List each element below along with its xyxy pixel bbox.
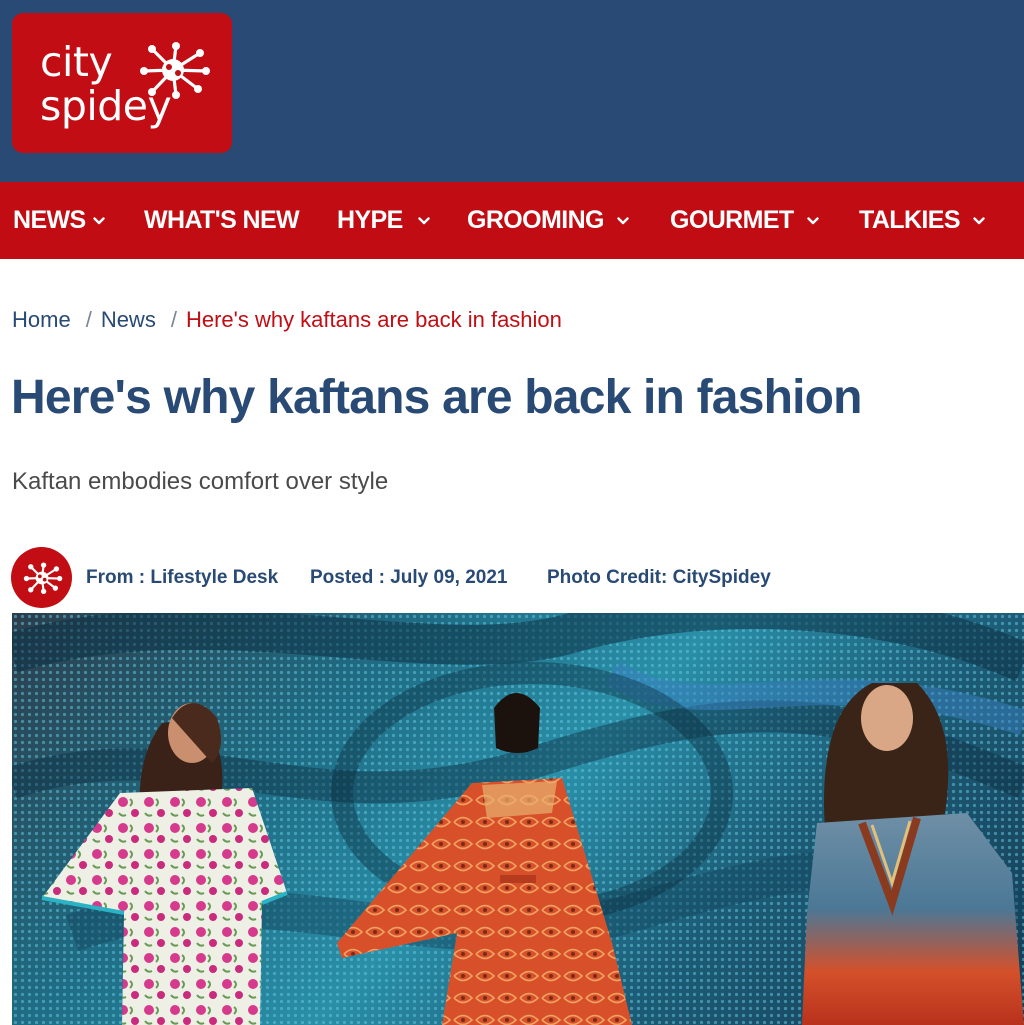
nav-item-gourmet[interactable]: GOURMET: [670, 182, 819, 259]
article-title: Here's why kaftans are back in fashion: [11, 371, 862, 424]
chevron-down-icon: [92, 216, 105, 224]
nav-label: WHAT'S NEW: [144, 206, 300, 234]
spider-icon: [140, 42, 210, 99]
photo-credit: Photo Credit: CitySpidey: [547, 567, 771, 588]
nav-label: NEWS: [13, 206, 86, 234]
chevron-down-icon: [973, 216, 985, 224]
chevron-down-icon: [617, 216, 629, 224]
chevron-down-icon: [417, 216, 430, 224]
nav-item-hype[interactable]: HYPE: [337, 182, 430, 259]
nav-item-whats-new[interactable]: WHAT'S NEW: [144, 182, 300, 259]
main-nav: NEWS WHAT'S NEW HYPE GROOMING GOURMET TA…: [0, 182, 1024, 259]
site-logo[interactable]: city spidey: [12, 13, 232, 153]
article-meta: From : Lifestyle Desk Posted : July 09, …: [11, 547, 1021, 609]
breadcrumb-separator: /: [170, 307, 177, 332]
hero-illustration: [12, 613, 1024, 1025]
chevron-down-icon: [806, 216, 819, 224]
nav-label: GROOMING: [467, 206, 604, 234]
nav-item-grooming[interactable]: GROOMING: [467, 182, 629, 259]
breadcrumb-news[interactable]: News: [101, 307, 156, 333]
nav-label: TALKIES: [859, 206, 960, 234]
breadcrumb-home[interactable]: Home: [12, 307, 71, 333]
breadcrumb-current: Here's why kaftans are back in fashion: [185, 307, 562, 332]
author-avatar: [11, 547, 72, 608]
spider-icon: [23, 562, 63, 595]
hero-image: [12, 613, 1024, 1025]
nav-label: GOURMET: [670, 206, 794, 234]
breadcrumb: Home / News / Here's why kaftans are bac…: [12, 305, 562, 335]
article-author: From : Lifestyle Desk: [86, 567, 279, 588]
nav-item-news[interactable]: NEWS: [13, 182, 105, 259]
nav-item-talkies[interactable]: TALKIES: [859, 182, 985, 259]
nav-label: HYPE: [337, 206, 403, 234]
site-header: city spidey: [0, 0, 1024, 182]
article-date: Posted : July 09, 2021: [310, 567, 508, 588]
article-subtitle: Kaftan embodies comfort over style: [12, 468, 389, 495]
breadcrumb-separator: /: [85, 307, 92, 332]
